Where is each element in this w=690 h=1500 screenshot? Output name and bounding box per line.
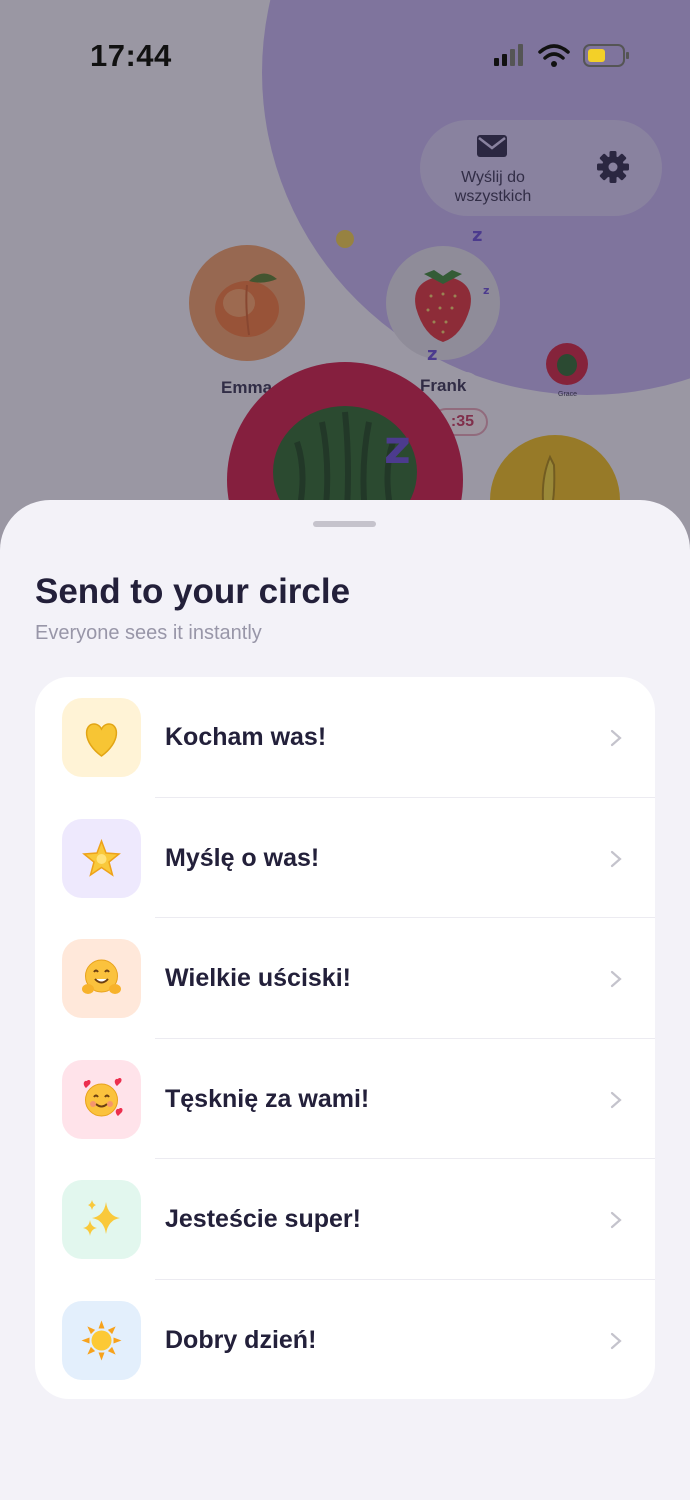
status-time: 17:44 — [90, 38, 172, 73]
item-label: Tęsknię za wami! — [165, 1084, 370, 1113]
status-icons — [494, 44, 629, 67]
item-label: Jesteście super! — [165, 1205, 361, 1233]
list-item[interactable]: Kocham was! — [35, 677, 655, 798]
chevron-right-icon — [610, 850, 622, 867]
bottom-sheet: Send to your circle Everyone sees it ins… — [0, 500, 690, 1500]
sheet-title: Send to your circle — [35, 572, 351, 611]
yellow-heart-icon — [85, 723, 118, 757]
battery-icon — [583, 44, 629, 67]
chevron-right-icon — [610, 1332, 622, 1349]
item-label: Dobry dzień! — [165, 1325, 317, 1354]
icon-tile — [62, 818, 141, 898]
sheet-subtitle: Everyone sees it instantly — [35, 622, 262, 644]
list-item[interactable]: Myślę o was! — [35, 798, 655, 918]
list-item[interactable]: Tęsknię za wami! — [35, 1039, 655, 1159]
smiling-face-with-hearts-icon — [83, 1077, 123, 1116]
icon-tile — [62, 1180, 141, 1259]
icon-tile — [62, 1300, 141, 1380]
item-label: Myślę o was! — [165, 843, 320, 872]
icon-tile — [62, 1059, 141, 1139]
chevron-right-icon — [610, 1091, 622, 1108]
chevron-right-icon — [610, 729, 622, 747]
item-label: Kocham was! — [165, 723, 327, 751]
wifi-icon — [538, 44, 570, 67]
icon-tile — [62, 698, 141, 777]
list-item[interactable]: Dobry dzień! — [35, 1280, 655, 1400]
sun-icon — [81, 1320, 122, 1360]
sheet-grabber[interactable] — [313, 521, 376, 527]
sparkles-icon — [83, 1200, 120, 1236]
icon-tile — [62, 939, 141, 1018]
chevron-right-icon — [610, 1211, 622, 1229]
chevron-right-icon — [610, 970, 622, 988]
list-item[interactable]: Wielkie uściski! — [35, 918, 655, 1039]
hugging-face-icon — [82, 959, 121, 994]
glowing-star-icon — [82, 838, 121, 877]
signal-icon — [494, 44, 523, 66]
message-list: Kocham was! Myślę o was! Wielkie uściski… — [35, 677, 655, 1399]
item-label: Wielkie uściski! — [165, 964, 351, 992]
list-item[interactable]: Jesteście super! — [35, 1159, 655, 1280]
